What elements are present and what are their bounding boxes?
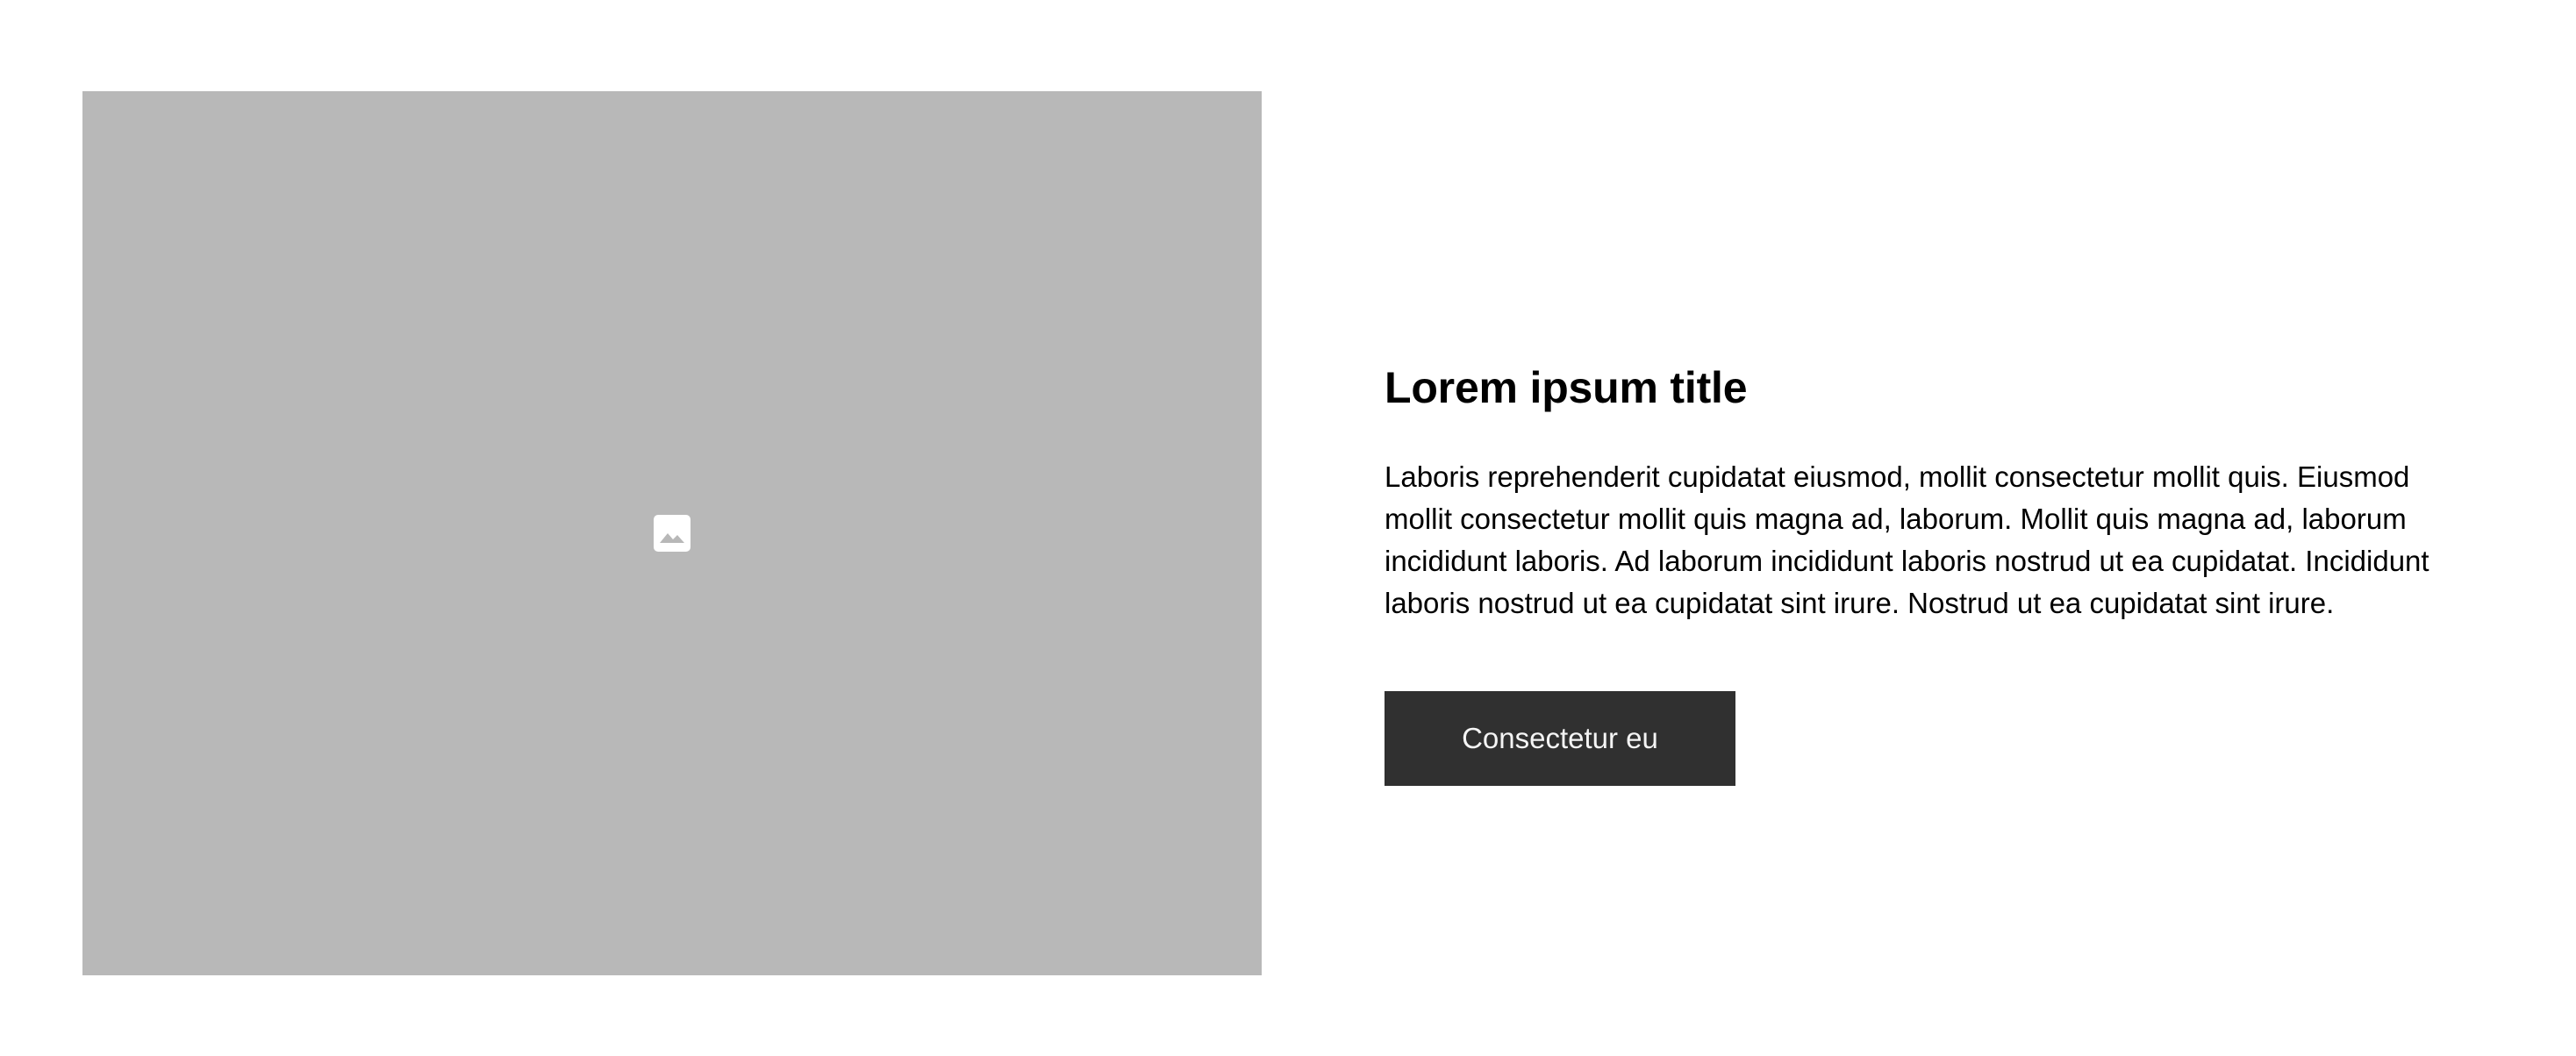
section-title: Lorem ipsum title xyxy=(1385,363,1748,412)
image-icon xyxy=(654,515,691,552)
cta-button[interactable]: Consectetur eu xyxy=(1385,691,1735,786)
content-block: Lorem ipsum title Laboris reprehenderit … xyxy=(1385,358,2464,786)
image-placeholder xyxy=(82,91,1262,975)
media-text-section: Lorem ipsum title Laboris reprehenderit … xyxy=(0,0,2576,1056)
body-paragraph: Laboris reprehenderit cupidatat eiusmod,… xyxy=(1385,460,2429,619)
